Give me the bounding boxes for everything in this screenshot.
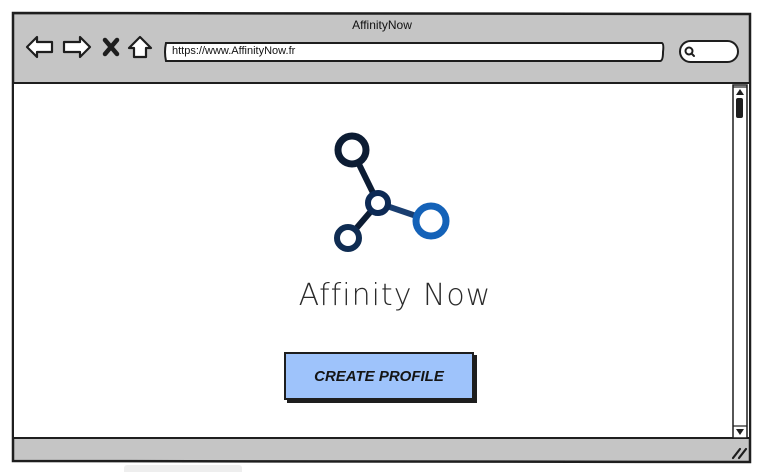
window-title: AffinityNow <box>352 18 412 32</box>
create-profile-button[interactable]: CREATE PROFILE <box>284 352 474 400</box>
scroll-thumb[interactable] <box>736 98 743 118</box>
search-box[interactable] <box>679 40 739 63</box>
browser-window <box>11 11 752 464</box>
url-text[interactable]: https://www.AffinityNow.fr <box>172 45 295 57</box>
vertical-scrollbar[interactable] <box>732 84 748 439</box>
create-profile-label: CREATE PROFILE <box>314 367 444 385</box>
bottom-tab-fragment <box>124 465 242 472</box>
brand-name: Affinity Now <box>298 278 492 313</box>
